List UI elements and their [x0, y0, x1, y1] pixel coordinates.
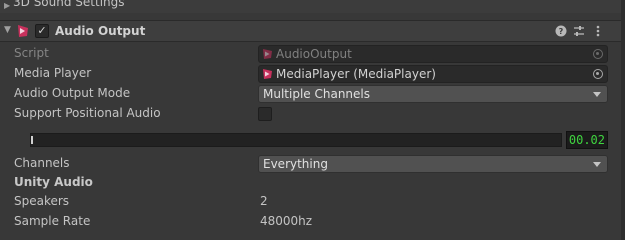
speakers-value: 2: [260, 194, 268, 208]
more-icon[interactable]: [591, 23, 605, 39]
foldout-arrow-icon[interactable]: ▼: [4, 25, 11, 35]
sample-rate-label: Sample Rate: [14, 214, 91, 228]
object-picker-icon[interactable]: [593, 69, 603, 79]
component-header[interactable]: ▼ ✓ Audio Output ?: [0, 20, 625, 42]
speakers-label: Speakers: [14, 194, 70, 208]
channels-value: Everything: [263, 157, 328, 171]
enabled-checkbox[interactable]: ✓: [35, 24, 49, 38]
presets-icon[interactable]: [572, 23, 586, 39]
unity-audio-heading: Unity Audio: [14, 175, 93, 189]
collapsed-arrow-icon[interactable]: ▶: [4, 1, 10, 10]
dropdown-arrow-icon: [593, 162, 601, 167]
media-player-asset-icon: [263, 69, 272, 79]
component-title: Audio Output: [55, 24, 146, 38]
audio-output-mode-dropdown[interactable]: Multiple Channels: [258, 85, 608, 103]
audio-output-mode-value: Multiple Channels: [263, 87, 370, 101]
script-value: AudioOutput: [276, 47, 352, 61]
channels-label: Channels: [14, 156, 70, 170]
media-component-icon: [18, 25, 28, 37]
support-positional-audio-label: Support Positional Audio: [14, 106, 161, 120]
support-positional-audio-checkbox[interactable]: [258, 107, 272, 121]
audio-level-readout: 00.02: [566, 131, 608, 149]
media-player-value: MediaPlayer (MediaPlayer): [276, 67, 436, 81]
help-icon[interactable]: ?: [554, 23, 568, 39]
svg-text:?: ?: [559, 27, 564, 36]
dropdown-arrow-icon: [593, 92, 601, 97]
sample-rate-value: 48000hz: [260, 214, 313, 228]
channels-dropdown[interactable]: Everything: [258, 155, 608, 173]
scrollbar-track[interactable]: [621, 0, 625, 240]
prev-section-label: 3D Sound Settings: [13, 0, 125, 9]
object-picker-icon: [593, 49, 603, 59]
audio-level-meter: [30, 133, 562, 147]
script-label: Script: [14, 46, 49, 60]
level-marker: [31, 136, 33, 144]
media-player-label: Media Player: [14, 66, 92, 80]
media-player-field[interactable]: MediaPlayer (MediaPlayer): [258, 65, 608, 83]
prev-section-header[interactable]: ▶ 3D Sound Settings: [0, 0, 625, 13]
audio-output-mode-label: Audio Output Mode: [14, 86, 131, 100]
script-asset-icon: [263, 49, 272, 59]
script-field: AudioOutput: [258, 45, 608, 63]
